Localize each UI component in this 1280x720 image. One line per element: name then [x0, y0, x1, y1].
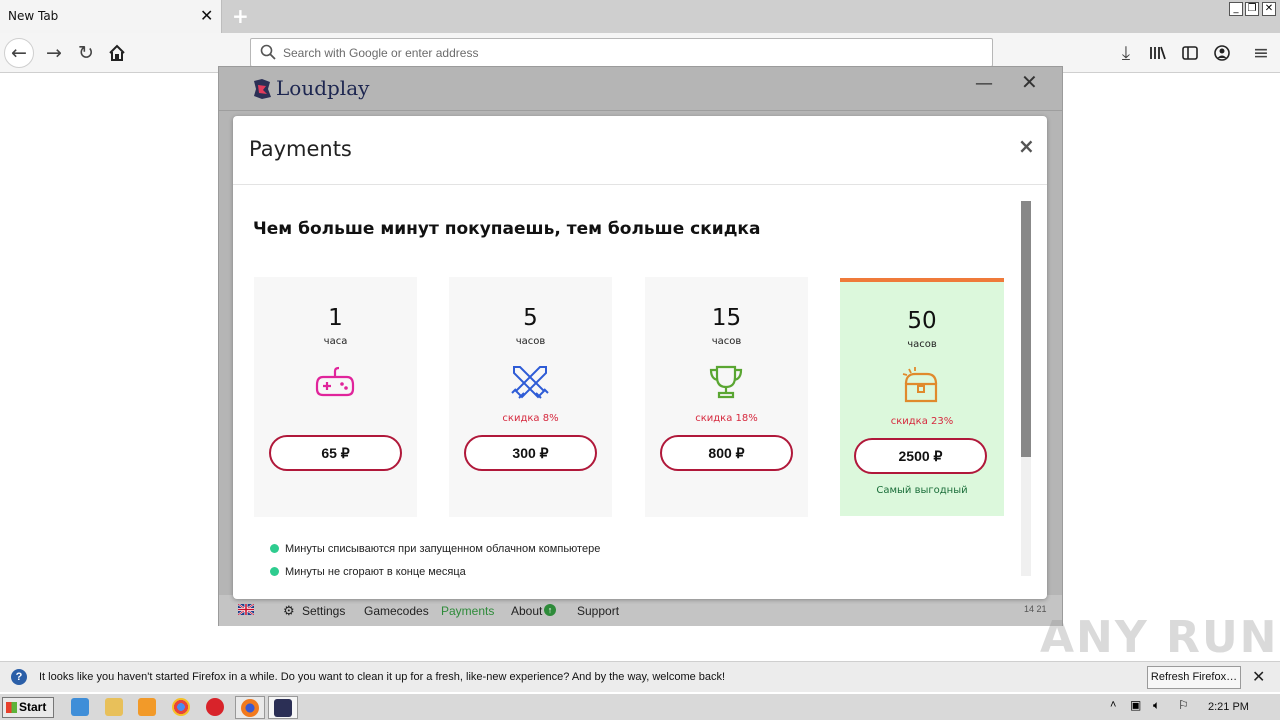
explorer-folder-icon[interactable]	[105, 698, 123, 716]
app-footer: ⚙ Settings Gamecodes Payments About ↑ Su…	[219, 595, 1062, 626]
tab-bar: New Tab ✕ + _ ❐ ✕	[0, 0, 1280, 33]
start-button[interactable]: Start	[2, 697, 54, 718]
taskbar-loudplay[interactable]	[268, 696, 298, 719]
trophy-icon	[709, 365, 743, 399]
window-close-button[interactable]: ✕	[1262, 2, 1276, 16]
buy-plan-5-button[interactable]: 300 ₽	[464, 435, 597, 471]
notification-text: It looks like you haven't started Firefo…	[39, 671, 726, 683]
tab-title: New Tab	[8, 9, 59, 23]
payments-modal: Payments × Чем больше минут покупаешь, т…	[233, 116, 1047, 599]
account-icon[interactable]	[1208, 40, 1236, 66]
crossed-swords-icon	[511, 366, 549, 399]
app-minimize-button[interactable]: —	[975, 73, 993, 94]
tab-new-tab[interactable]: New Tab ✕	[0, 0, 222, 33]
plan-unit: часов	[711, 336, 742, 347]
plan-discount: скидка 23%	[890, 416, 954, 427]
windows-logo-icon	[6, 702, 17, 713]
forward-arrow-icon[interactable]: →	[40, 40, 68, 66]
notification-close-icon[interactable]: ✕	[1252, 667, 1265, 687]
taskbar-firefox[interactable]	[235, 696, 265, 719]
volume-icon[interactable]: 🔈︎	[1153, 698, 1160, 713]
best-value-label: Самый выгодный	[876, 485, 968, 496]
plan-discount: скидка 8%	[502, 413, 559, 424]
modal-scrollbar-thumb[interactable]	[1021, 201, 1031, 457]
firefox-notification-bar: ? It looks like you haven't started Fire…	[0, 661, 1280, 692]
tray-expand-icon[interactable]: ˄	[1110, 699, 1116, 711]
footer-about[interactable]: About	[511, 604, 542, 618]
media-player-icon[interactable]	[138, 698, 156, 716]
window-minimize-button[interactable]: _	[1229, 2, 1243, 16]
loudplay-titlebar: Loudplay — ✕	[219, 67, 1062, 111]
plan-card-5: 5 часов скидка 8% 300 ₽	[449, 277, 612, 517]
footer-gamecodes[interactable]: Gamecodes	[364, 604, 429, 618]
info-bullet: Минуты не сгорают в конце месяца	[285, 566, 466, 578]
footer-support[interactable]: Support	[577, 604, 619, 618]
action-center-flag-icon[interactable]: ⚐	[1178, 698, 1189, 712]
buy-plan-50-button[interactable]: 2500 ₽	[854, 438, 987, 474]
buy-plan-15-button[interactable]: 800 ₽	[660, 435, 793, 471]
new-tab-plus-icon[interactable]: +	[232, 4, 249, 28]
plan-card-50: 50 часов скидка 23% 2500 ₽ Самый выгодны…	[840, 278, 1004, 516]
app-name: Loudplay	[276, 76, 370, 100]
plan-card-15: 15 часов скидка 18% 800 ₽	[645, 277, 808, 517]
plan-hours: 5	[523, 305, 538, 331]
loudplay-taskbar-icon	[274, 699, 292, 717]
address-placeholder: Search with Google or enter address	[283, 46, 479, 60]
menu-hamburger-icon[interactable]: ≡	[1247, 40, 1275, 66]
plan-discount: скидка 18%	[695, 413, 758, 424]
plan-unit: часов	[907, 339, 937, 350]
plan-hours: 1	[328, 305, 343, 331]
refresh-firefox-button[interactable]: Refresh Firefox…	[1147, 666, 1241, 689]
downloads-icon[interactable]: ⤓	[1112, 40, 1140, 66]
info-bullet: Минуты списываются при запущенном облачн…	[285, 543, 601, 555]
plan-hours: 50	[907, 308, 937, 334]
treasure-chest-icon	[902, 367, 938, 403]
buy-plan-1-button[interactable]: 65 ₽	[269, 435, 402, 471]
anyrun-watermark: ANY RUN	[1040, 612, 1279, 663]
home-icon[interactable]	[103, 40, 131, 66]
address-bar[interactable]: Search with Google or enter address	[250, 38, 993, 67]
search-icon	[260, 44, 276, 60]
tab-close-icon[interactable]: ✕	[200, 6, 213, 25]
bullet-dot	[270, 567, 279, 576]
gamepad-icon	[315, 366, 355, 397]
back-arrow-icon[interactable]: ←	[4, 38, 34, 68]
plan-hours: 15	[711, 305, 742, 331]
reload-icon[interactable]: ↻	[72, 40, 100, 66]
plan-unit: часа	[323, 336, 348, 347]
modal-close-button[interactable]: ×	[1018, 134, 1035, 158]
window-restore-button[interactable]: ❐	[1245, 2, 1259, 16]
footer-settings[interactable]: Settings	[302, 604, 345, 618]
modal-title: Payments	[249, 137, 352, 161]
network-icon[interactable]: ▣	[1130, 698, 1141, 712]
opera-icon[interactable]	[206, 698, 224, 716]
sidebar-icon[interactable]	[1176, 40, 1204, 66]
modal-header: Payments ×	[233, 116, 1047, 185]
question-icon: ?	[11, 669, 27, 685]
loudplay-logo-icon	[254, 79, 271, 99]
library-icon[interactable]	[1144, 40, 1172, 66]
language-flag-uk-icon[interactable]	[238, 604, 254, 615]
windows-taskbar: Start ˄ ▣ 🔈︎ ⚐ 2:21 PM	[0, 693, 1280, 720]
footer-payments[interactable]: Payments	[441, 604, 494, 618]
update-arrow-icon: ↑	[544, 604, 556, 616]
plan-card-1: 1 часа 65 ₽	[254, 277, 417, 517]
firefox-icon	[241, 699, 259, 717]
plan-unit: часов	[515, 336, 546, 347]
app-close-button[interactable]: ✕	[1021, 70, 1038, 94]
discount-headline: Чем больше минут покупаешь, тем больше с…	[253, 219, 761, 239]
settings-gear-icon: ⚙	[283, 603, 295, 618]
bullet-dot	[270, 544, 279, 553]
start-label: Start	[19, 700, 47, 714]
chrome-icon[interactable]	[172, 698, 190, 716]
clock[interactable]: 2:21 PM	[1208, 701, 1249, 713]
ie-icon[interactable]	[71, 698, 89, 716]
